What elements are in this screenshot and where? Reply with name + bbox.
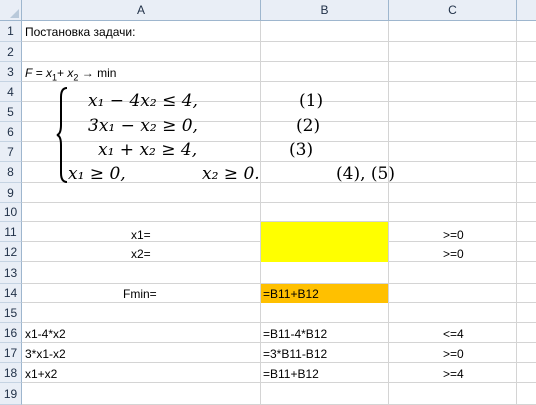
column-header-b[interactable]: B bbox=[261, 0, 389, 21]
grid-line bbox=[260, 21, 261, 405]
cell-a12[interactable]: x2= bbox=[131, 245, 151, 264]
objective-plus: + bbox=[57, 66, 68, 80]
grid-line bbox=[22, 202, 536, 203]
row-header-5[interactable]: 5 bbox=[0, 102, 22, 122]
row-header-7[interactable]: 7 bbox=[0, 142, 22, 162]
constraint-2-tag: (2) bbox=[296, 116, 321, 136]
cell-b14[interactable]: =B11+B12 bbox=[263, 285, 319, 304]
column-header-d[interactable] bbox=[517, 0, 536, 21]
row-header-15[interactable]: 15 bbox=[0, 303, 22, 323]
row-header-6[interactable]: 6 bbox=[0, 122, 22, 142]
row-header-14[interactable]: 14 bbox=[0, 284, 22, 303]
cell-c18[interactable]: >=4 bbox=[443, 365, 464, 384]
row-header-12[interactable]: 12 bbox=[0, 242, 22, 262]
left-brace-icon bbox=[56, 87, 68, 183]
constraint-3-tag: (3) bbox=[289, 140, 314, 160]
constraint-3: x₁ + x₂ ≥ 4, bbox=[98, 140, 198, 160]
cell-a17[interactable]: 3*x1-x2 bbox=[25, 345, 66, 364]
row-header-19[interactable]: 19 bbox=[0, 383, 22, 405]
select-all-triangle-icon bbox=[10, 9, 19, 18]
constraint-2: 3x₁ − x₂ ≥ 0, bbox=[88, 116, 198, 136]
grid-line bbox=[516, 21, 517, 405]
row-header-4[interactable]: 4 bbox=[0, 82, 22, 102]
cell-b17[interactable]: =3*B11-B12 bbox=[263, 345, 327, 364]
cell-c17[interactable]: >=0 bbox=[443, 345, 464, 364]
constraint-1-tag: (1) bbox=[299, 91, 324, 111]
grid-line bbox=[22, 61, 536, 62]
constraint-1: x₁ − 4x₂ ≤ 4, bbox=[88, 91, 198, 111]
cell-b16[interactable]: =B11-4*B12 bbox=[263, 325, 327, 344]
row-header-16[interactable]: 16 bbox=[0, 323, 22, 343]
grid-line bbox=[22, 322, 536, 323]
cell-a14[interactable]: Fmin= bbox=[123, 285, 157, 304]
cell-a18[interactable]: x1+x2 bbox=[25, 365, 57, 384]
row-header-17[interactable]: 17 bbox=[0, 343, 22, 363]
cell-a16[interactable]: x1-4*x2 bbox=[25, 325, 66, 344]
objective-equals: = bbox=[35, 66, 47, 80]
row-header-10[interactable]: 10 bbox=[0, 203, 22, 222]
cell-a1[interactable]: Постановка задачи: bbox=[25, 23, 135, 42]
objective-arrow-min: → min bbox=[78, 66, 117, 80]
column-header-c[interactable]: C bbox=[389, 0, 517, 21]
objective-f: F bbox=[25, 66, 33, 80]
cell-a11[interactable]: x1= bbox=[131, 226, 151, 245]
cell-b18[interactable]: =B11+B12 bbox=[263, 365, 319, 384]
constraint-4: x₁ ≥ 0, bbox=[68, 164, 126, 184]
spreadsheet-grid[interactable]: A B C 1 2 3 4 5 6 7 8 9 10 11 12 13 14 15 16 17 18 19 Пост… bbox=[0, 0, 536, 405]
row-header-2[interactable]: 2 bbox=[0, 42, 22, 62]
cell-a3-objective[interactable]: F = x1+ x2 → min bbox=[25, 64, 116, 87]
row-header-18[interactable]: 18 bbox=[0, 363, 22, 383]
row-header-8[interactable]: 8 bbox=[0, 162, 22, 183]
cell-c16[interactable]: <=4 bbox=[443, 325, 464, 344]
row-header-3[interactable]: 3 bbox=[0, 62, 22, 82]
constraint-5: x₂ ≥ 0. bbox=[202, 164, 260, 184]
grid-line bbox=[22, 161, 536, 162]
cell-c12[interactable]: >=0 bbox=[443, 245, 464, 264]
cell-b11-b12-yellow-fill[interactable] bbox=[261, 222, 388, 262]
grid-line bbox=[388, 21, 389, 405]
column-header-a[interactable]: A bbox=[22, 0, 261, 21]
select-all-corner[interactable] bbox=[0, 0, 22, 21]
cell-c11[interactable]: >=0 bbox=[443, 226, 464, 245]
row-header-1[interactable]: 1 bbox=[0, 21, 22, 42]
constraint-4-5-tag: (4), (5) bbox=[336, 164, 395, 184]
row-header-9[interactable]: 9 bbox=[0, 183, 22, 203]
row-header-13[interactable]: 13 bbox=[0, 262, 22, 284]
row-header-11[interactable]: 11 bbox=[0, 222, 22, 242]
